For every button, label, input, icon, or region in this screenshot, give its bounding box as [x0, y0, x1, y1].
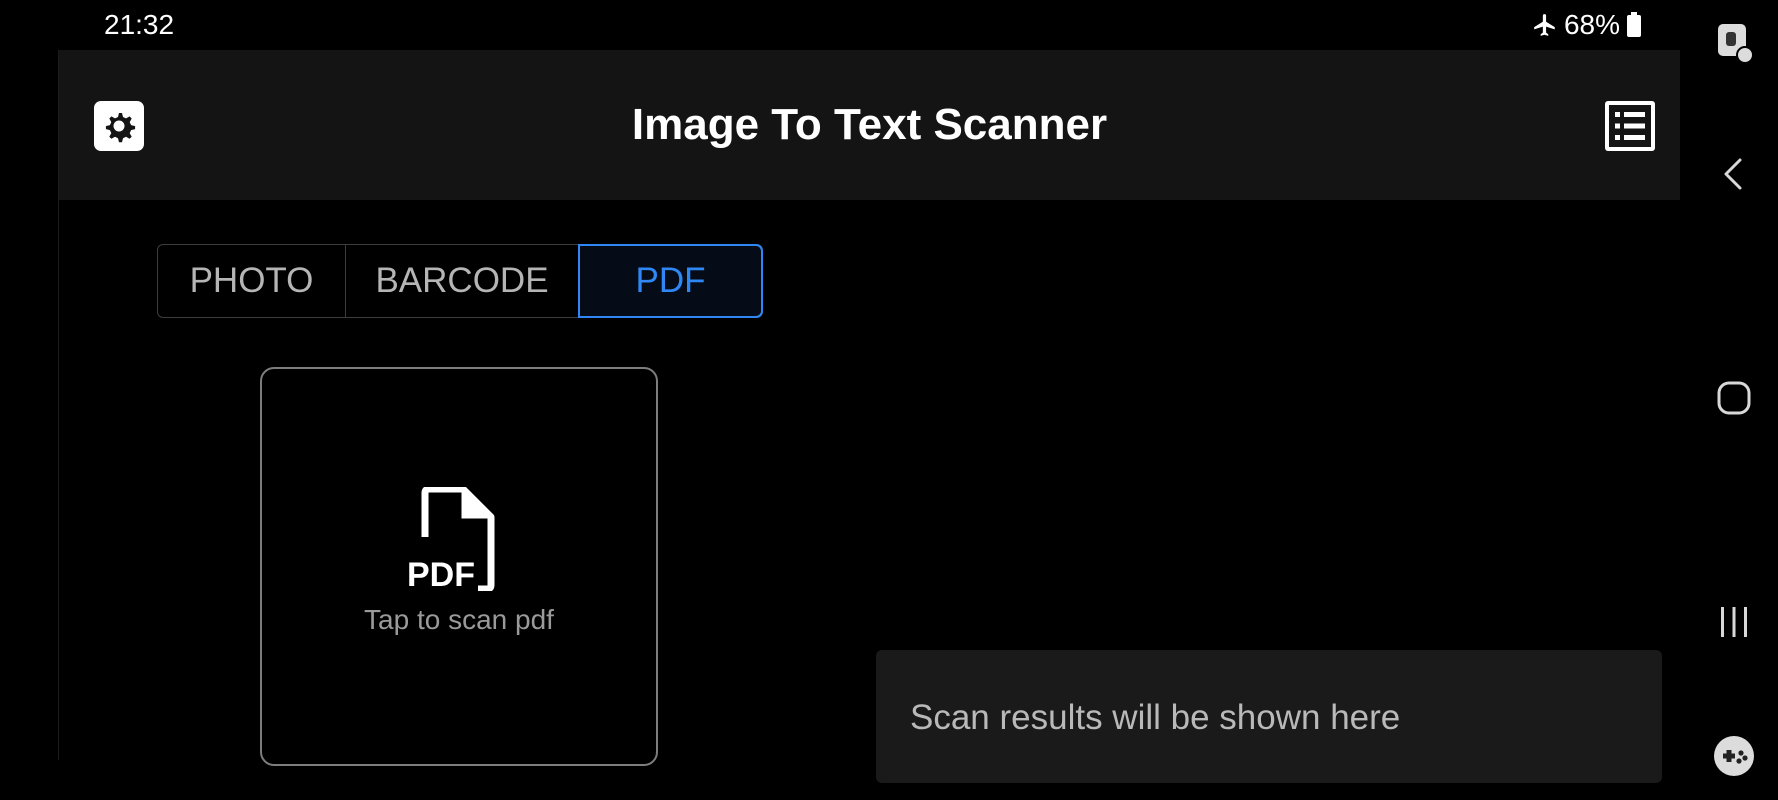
pdf-file-icon: PDF [407, 487, 497, 591]
airplane-icon [1532, 12, 1558, 38]
scan-mode-tabs: PHOTO BARCODE PDF [157, 244, 763, 318]
tab-photo[interactable]: PHOTO [158, 245, 346, 317]
results-placeholder: Scan results will be shown here [910, 698, 1401, 737]
game-tools-button[interactable] [1706, 728, 1762, 784]
results-panel: Scan results will be shown here [876, 650, 1662, 783]
back-icon [1714, 154, 1754, 194]
list-icon [1603, 99, 1657, 153]
home-button[interactable] [1706, 370, 1762, 426]
tab-barcode[interactable]: BARCODE [346, 245, 579, 317]
tab-pdf[interactable]: PDF [578, 244, 763, 318]
status-icons: 68% [1532, 9, 1642, 41]
status-time: 21:32 [104, 9, 175, 40]
scan-pdf-card[interactable]: PDF Tap to scan pdf [260, 367, 658, 766]
screen-pin-button[interactable] [1706, 14, 1762, 70]
recents-icon [1714, 602, 1754, 642]
home-icon [1714, 378, 1754, 418]
app-bar: Image To Text Scanner [59, 50, 1680, 200]
screen-pin-icon [1712, 20, 1756, 64]
scan-card-label: Tap to scan pdf [364, 604, 554, 635]
pdf-icon-text: PDF [407, 556, 475, 591]
history-button[interactable] [1603, 99, 1657, 153]
app-window: Image To Text Scanner PHOTO BARCODE PDF [58, 50, 1680, 783]
back-button[interactable] [1706, 146, 1762, 202]
navigation-bar [1690, 0, 1778, 800]
recents-button[interactable] [1706, 594, 1762, 650]
battery-percent: 68% [1563, 9, 1620, 40]
battery-icon [1626, 12, 1642, 38]
page-title: Image To Text Scanner [631, 100, 1108, 149]
game-tools-icon [1712, 734, 1756, 778]
